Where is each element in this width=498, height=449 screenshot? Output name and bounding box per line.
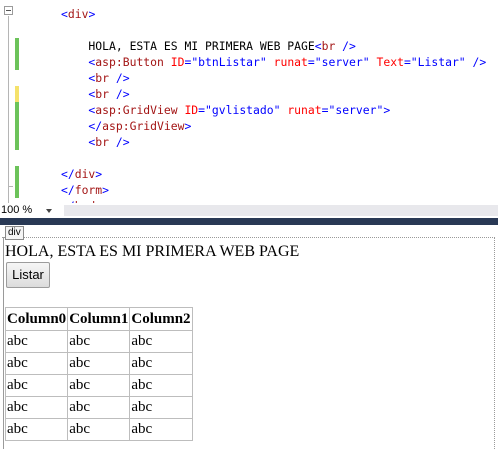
code-token: = (198, 103, 206, 117)
code-token: "gvlistado" (205, 103, 281, 117)
table-row: abc abc abc (4, 418, 193, 441)
collapse-icon[interactable] (4, 6, 13, 15)
change-marker (15, 38, 19, 70)
table-cell: abc (129, 418, 193, 441)
column-header: Column0 (4, 307, 69, 331)
code-token: < (61, 55, 96, 69)
table-cell: abc (4, 352, 69, 375)
code-line[interactable]: </asp:GridView> (61, 118, 191, 134)
column-header: Column2 (129, 307, 193, 331)
code-token: /> (109, 87, 130, 101)
code-token: < (61, 87, 96, 101)
code-token: > (184, 119, 192, 133)
code-line[interactable]: <asp:Button ID="btnListar" runat="server… (61, 54, 486, 70)
code-token: < (61, 7, 68, 21)
code-token: /> (335, 39, 356, 53)
code-token: </ (61, 167, 75, 181)
table-cell: abc (4, 374, 69, 397)
change-marker (15, 166, 19, 198)
code-token: < (61, 71, 96, 85)
table-row: abc abc abc (4, 352, 193, 375)
code-token: br (95, 87, 110, 101)
change-marker (15, 102, 19, 150)
table-cell: abc (67, 330, 131, 353)
table-cell: abc (129, 374, 193, 397)
code-token: br (321, 39, 336, 53)
code-line[interactable]: <br /> (61, 70, 130, 86)
code-token: "btnListar" (191, 55, 267, 69)
code-token: runat (266, 55, 308, 69)
code-token: "server" (314, 55, 370, 69)
code-line[interactable]: HOLA, ESTA ES MI PRIMERA WEB PAGE<br /> (61, 38, 356, 54)
table-cell: abc (4, 396, 69, 419)
code-token: < (314, 39, 322, 53)
outline-guide-end (8, 186, 13, 187)
code-token: > (95, 167, 103, 181)
code-line[interactable]: <br /> (61, 134, 130, 150)
table-cell: abc (67, 418, 131, 441)
gridview-table[interactable]: Column0 Column1 Column2 abc abc abc abc … (4, 307, 193, 441)
code-token: HOLA, ESTA ES MI PRIMERA WEB PAGE (61, 39, 315, 53)
code-token: asp:GridView (102, 119, 185, 133)
view-splitter[interactable] (0, 218, 498, 225)
code-token: > (383, 103, 391, 117)
editor-status-strip: 100 % (0, 203, 498, 218)
code-token: < (61, 103, 96, 117)
table-row: abc abc abc (4, 374, 193, 397)
zoom-dropdown-icon[interactable] (46, 209, 52, 213)
code-token: /> (465, 55, 487, 69)
code-token: asp:GridView (95, 103, 178, 117)
code-token: div (67, 7, 89, 21)
table-cell: abc (129, 330, 193, 353)
code-editor[interactable]: <div> HOLA, ESTA ES MI PRIMERA WEB PAGE<… (0, 0, 498, 203)
horizontal-scrollbar[interactable] (64, 205, 498, 216)
code-token: br (95, 135, 110, 149)
code-token: = (403, 55, 411, 69)
div-tag-label[interactable]: div (5, 226, 24, 240)
code-token: Text (369, 55, 404, 69)
table-cell: abc (4, 418, 69, 441)
code-token: > (102, 183, 110, 197)
column-header: Column1 (67, 307, 131, 331)
table-header-row: Column0 Column1 Column2 (4, 307, 193, 331)
code-line[interactable]: <asp:GridView ID="gvlistado" runat="serv… (61, 102, 390, 118)
code-token: "Listar" (410, 55, 466, 69)
code-token: </ (61, 119, 103, 133)
table-cell: abc (67, 396, 131, 419)
code-token: /> (109, 135, 130, 149)
change-marker (15, 86, 19, 102)
table-cell: abc (67, 374, 131, 397)
code-token: div (74, 167, 96, 181)
table-cell: abc (67, 352, 131, 375)
code-token: "server" (328, 103, 384, 117)
code-token: < (61, 135, 96, 149)
design-view[interactable]: div HOLA, ESTA ES MI PRIMERA WEB PAGE Li… (0, 225, 498, 449)
code-token: asp:Button (95, 55, 164, 69)
table-cell: abc (129, 396, 193, 419)
listar-button[interactable]: Listar (6, 262, 50, 288)
code-line[interactable]: <div> (61, 6, 95, 22)
zoom-level[interactable]: 100 % (1, 203, 32, 218)
code-token: form (74, 183, 103, 197)
table-row: abc abc abc (4, 330, 193, 353)
code-token: > (88, 7, 96, 21)
code-token: br (95, 71, 110, 85)
code-token: /> (109, 71, 130, 85)
code-line[interactable]: <br /> (61, 86, 130, 102)
code-token: </ (61, 183, 75, 197)
code-token: ID (163, 55, 185, 69)
code-token: = (307, 55, 315, 69)
code-line[interactable]: </div> (61, 166, 102, 182)
table-row: abc abc abc (4, 396, 193, 419)
table-cell: abc (4, 330, 69, 353)
code-line[interactable]: </form> (61, 182, 109, 198)
page-heading: HOLA, ESTA ES MI PRIMERA WEB PAGE (5, 243, 300, 260)
outline-guide (8, 16, 9, 203)
code-token: runat (280, 103, 322, 117)
code-token: ID (177, 103, 199, 117)
table-cell: abc (129, 352, 193, 375)
